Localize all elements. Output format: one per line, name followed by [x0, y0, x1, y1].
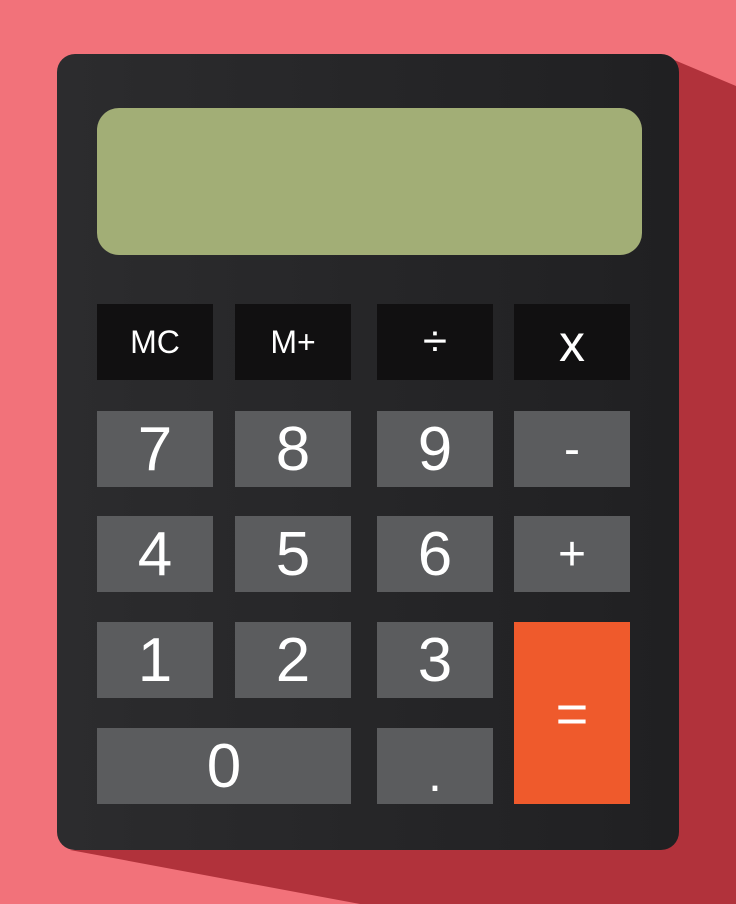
- divide-button[interactable]: ÷: [377, 304, 493, 380]
- key-0-button[interactable]: 0: [97, 728, 351, 804]
- add-button[interactable]: +: [514, 516, 630, 592]
- key-3-button[interactable]: 3: [377, 622, 493, 698]
- key-6-button[interactable]: 6: [377, 516, 493, 592]
- key-9-button[interactable]: 9: [377, 411, 493, 487]
- key-4-button[interactable]: 4: [97, 516, 213, 592]
- key-5-button[interactable]: 5: [235, 516, 351, 592]
- key-8-button[interactable]: 8: [235, 411, 351, 487]
- key-7-button[interactable]: 7: [97, 411, 213, 487]
- memory-add-button[interactable]: M+: [235, 304, 351, 380]
- calculator-display: [97, 108, 642, 255]
- subtract-button[interactable]: -: [514, 411, 630, 487]
- calculator-body: MC M+ ÷ x 7 8 9 - 4 5 6 + 1 2 3 = 0 .: [57, 54, 679, 850]
- key-2-button[interactable]: 2: [235, 622, 351, 698]
- decimal-button[interactable]: .: [377, 728, 493, 804]
- multiply-button[interactable]: x: [514, 304, 630, 380]
- memory-clear-button[interactable]: MC: [97, 304, 213, 380]
- equals-button[interactable]: =: [514, 622, 630, 804]
- key-1-button[interactable]: 1: [97, 622, 213, 698]
